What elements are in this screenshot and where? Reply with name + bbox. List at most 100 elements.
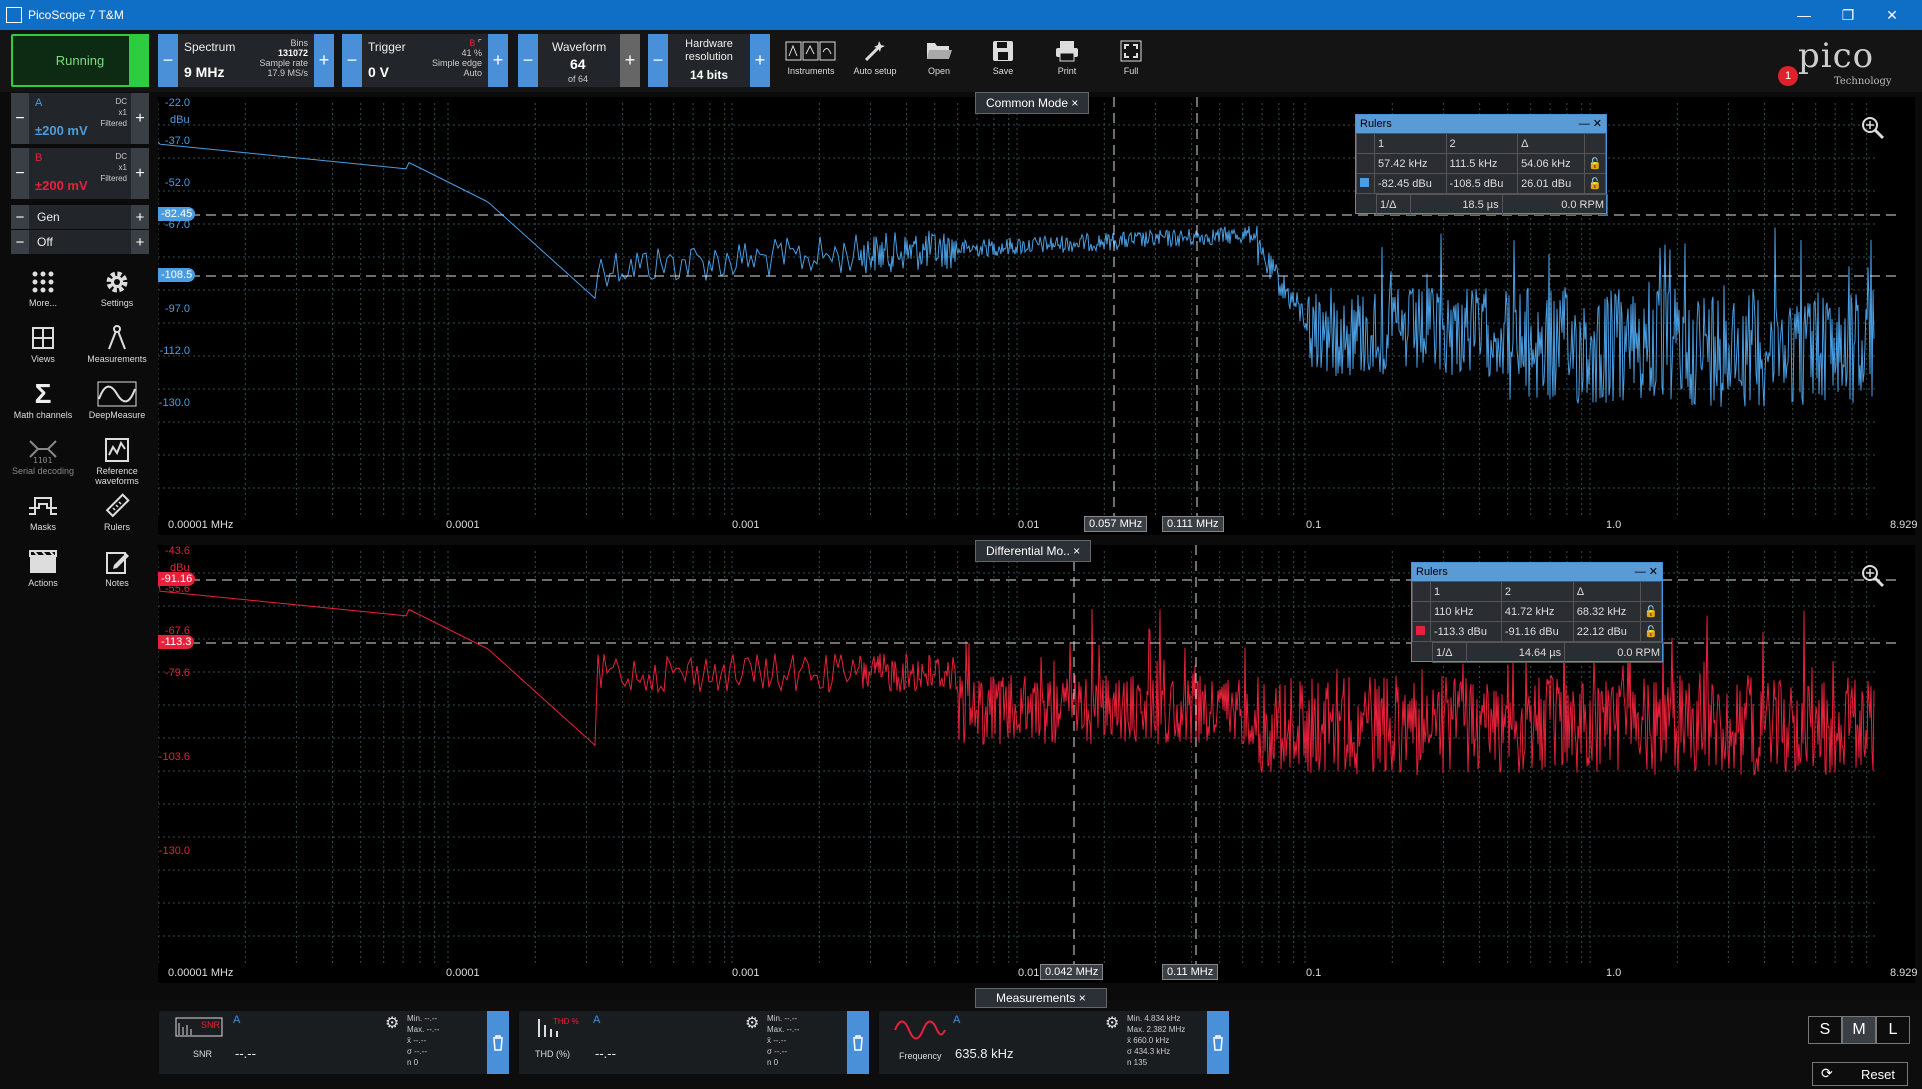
- panel-title-tab[interactable]: Common Mode ×: [975, 92, 1090, 114]
- views-button[interactable]: Views: [6, 322, 80, 364]
- run-stop-button[interactable]: Running: [11, 34, 149, 87]
- more-grid-icon: [6, 266, 80, 298]
- snr-stat-sigma: σ --.--: [407, 1047, 428, 1056]
- gen-state-plus-button[interactable]: +: [131, 230, 149, 254]
- gen-state-minus-button[interactable]: −: [11, 230, 29, 254]
- size-l-button[interactable]: L: [1876, 1016, 1910, 1044]
- rulers-panel[interactable]: Rulers — ✕ 1 2 Δ 57.42 kHz 111.5 kHz 54.06 kHz 🔓…: [1355, 114, 1609, 215]
- deepmeasure-button[interactable]: DeepMeasure: [80, 378, 154, 420]
- measurement-card-frequency[interactable]: A Frequency 635.8 kHz ⚙ Min. 4.834 kHz M…: [879, 1011, 1229, 1074]
- ruler-y-tag-2[interactable]: -113.3: [158, 635, 195, 649]
- zoom-icon[interactable]: [1860, 563, 1886, 589]
- lock-icon[interactable]: 🔓: [1584, 173, 1606, 194]
- thd-settings-gear-icon[interactable]: ⚙: [745, 1013, 759, 1033]
- rising-edge-icon: ⌜: [477, 38, 482, 48]
- rulers-header[interactable]: Rulers — ✕: [1356, 115, 1606, 133]
- minimize-button[interactable]: —: [1782, 0, 1826, 30]
- rulers-header[interactable]: Rulers — ✕: [1412, 563, 1662, 581]
- resolution-plus-button[interactable]: +: [750, 34, 770, 87]
- frequency-delete-button[interactable]: [1207, 1011, 1229, 1074]
- trigger-minus-button[interactable]: −: [342, 34, 362, 87]
- notification-badge[interactable]: 1: [1778, 66, 1798, 86]
- frequency-settings-gear-icon[interactable]: ⚙: [1105, 1013, 1119, 1033]
- gen-minus-button[interactable]: −: [11, 205, 29, 229]
- close-button[interactable]: ✕: [1870, 0, 1914, 30]
- open-button[interactable]: Open: [908, 36, 970, 86]
- waveform-minus-button[interactable]: −: [518, 34, 538, 87]
- channel-b-range[interactable]: ±200 mV: [35, 178, 88, 193]
- measurement-card-thd[interactable]: THD % A THD (%) --.-- ⚙ Min. --.-- Max. …: [519, 1011, 869, 1074]
- waveform-label: Waveform: [552, 40, 607, 54]
- ruler-x-tag-2[interactable]: 0.111 MHz: [1162, 516, 1224, 532]
- title-bar: PicoScope 7 T&M — ❐ ✕: [0, 0, 1922, 30]
- gen-control[interactable]: − Gen +: [11, 205, 149, 229]
- channel-b-minus-button[interactable]: −: [11, 148, 29, 199]
- measurements-button[interactable]: Measurements: [80, 322, 154, 364]
- rulers-panel[interactable]: Rulers — ✕ 1 2 Δ 110 kHz 41.72 kHz 68.32 kHz 🔓 -1…: [1411, 562, 1664, 663]
- reset-button[interactable]: ⟳ Reset: [1812, 1062, 1908, 1086]
- ruler-x-tag-1[interactable]: 0.042 MHz: [1040, 964, 1104, 980]
- instruments-button[interactable]: Instruments: [780, 36, 842, 86]
- close-icon[interactable]: ×: [1070, 544, 1080, 558]
- mode-minus-button[interactable]: −: [158, 34, 178, 87]
- measurements-tab[interactable]: Measurements ×: [975, 988, 1107, 1008]
- save-button[interactable]: Save: [972, 36, 1034, 86]
- restore-button[interactable]: ❐: [1826, 0, 1870, 30]
- ruler-rpm-value: 0.0 RPM: [1564, 642, 1664, 663]
- lock-icon[interactable]: 🔓: [1640, 601, 1662, 622]
- trigger-plus-button[interactable]: +: [488, 34, 508, 87]
- trigger-value[interactable]: 0 V: [368, 64, 389, 80]
- rulers-button[interactable]: Rulers: [80, 490, 154, 532]
- gen-plus-button[interactable]: +: [131, 205, 149, 229]
- serial-decoding-button[interactable]: 1101 Serial decoding: [6, 434, 80, 476]
- waveform-value[interactable]: 64: [570, 56, 586, 72]
- lock-icon[interactable]: 🔓: [1584, 153, 1606, 174]
- history-icon: ⟳: [1821, 1065, 1833, 1081]
- channel-a-range[interactable]: ±200 mV: [35, 123, 88, 138]
- channel-a-plus-button[interactable]: +: [131, 93, 149, 144]
- resolution-value[interactable]: 14 bits: [690, 68, 728, 82]
- ruler-y-tag-1[interactable]: -82.45: [158, 207, 196, 221]
- fullscreen-button[interactable]: Full: [1100, 36, 1162, 86]
- mode-value[interactable]: 9 MHz: [184, 64, 224, 80]
- waveform-plus-button[interactable]: +: [620, 34, 640, 87]
- reference-waveforms-button[interactable]: Reference waveforms: [80, 434, 154, 486]
- close-icon[interactable]: ×: [1079, 991, 1086, 1005]
- lock-icon[interactable]: 🔓: [1640, 621, 1662, 642]
- channel-b-control[interactable]: − B DC x1 Filtered ±200 mV +: [11, 148, 149, 199]
- ruler-x-tag-2[interactable]: 0.11 MHz: [1162, 964, 1219, 980]
- masks-button[interactable]: Masks: [6, 490, 80, 532]
- gen-state-control[interactable]: − Off +: [11, 230, 149, 254]
- panel-title-tab[interactable]: Differential Mo.. ×: [975, 540, 1092, 562]
- ruler-y-tag-1[interactable]: -91.16: [158, 572, 196, 586]
- panel-title: Differential Mo..: [986, 544, 1070, 558]
- close-icon[interactable]: ×: [1068, 96, 1078, 110]
- rulers-table: 1 2 Δ 57.42 kHz 111.5 kHz 54.06 kHz 🔓 -82.45 dB…: [1356, 133, 1606, 194]
- snr-delete-button[interactable]: [487, 1011, 509, 1074]
- channel-a-control[interactable]: − A DC x1 Filtered ±200 mV +: [11, 93, 149, 144]
- notes-button[interactable]: Notes: [80, 546, 154, 588]
- auto-setup-button[interactable]: Auto setup: [844, 36, 906, 86]
- settings-button[interactable]: Settings: [80, 266, 154, 308]
- rulers-minimize-close[interactable]: — ✕: [1579, 115, 1602, 133]
- mode-plus-button[interactable]: +: [314, 34, 334, 87]
- print-button[interactable]: Print: [1036, 36, 1098, 86]
- math-channels-button[interactable]: Σ Math channels: [6, 378, 80, 420]
- measurement-card-snr[interactable]: SNR A SNR --.-- ⚙ Min. --.-- Max. --.-- …: [159, 1011, 509, 1074]
- zoom-icon[interactable]: [1860, 115, 1886, 141]
- size-s-button[interactable]: S: [1808, 1016, 1842, 1044]
- actions-button[interactable]: Actions: [6, 546, 80, 588]
- rulers-minimize-close[interactable]: — ✕: [1635, 563, 1658, 581]
- more-button[interactable]: More...: [6, 266, 80, 308]
- common-mode-plot[interactable]: [158, 97, 1915, 535]
- snr-settings-gear-icon[interactable]: ⚙: [385, 1013, 399, 1033]
- channel-a-minus-button[interactable]: −: [11, 93, 29, 144]
- thd-delete-button[interactable]: [847, 1011, 869, 1074]
- ruler-x-tag-1[interactable]: 0.057 MHz: [1084, 516, 1148, 532]
- ruler-y-tag-2[interactable]: -108.5: [158, 268, 196, 282]
- sine-wave-icon: [893, 1017, 947, 1048]
- resolution-minus-button[interactable]: −: [648, 34, 668, 87]
- channel-b-plus-button[interactable]: +: [131, 148, 149, 199]
- size-m-button[interactable]: M: [1842, 1016, 1876, 1044]
- pico-logo: pico Technology 1: [1778, 36, 1910, 88]
